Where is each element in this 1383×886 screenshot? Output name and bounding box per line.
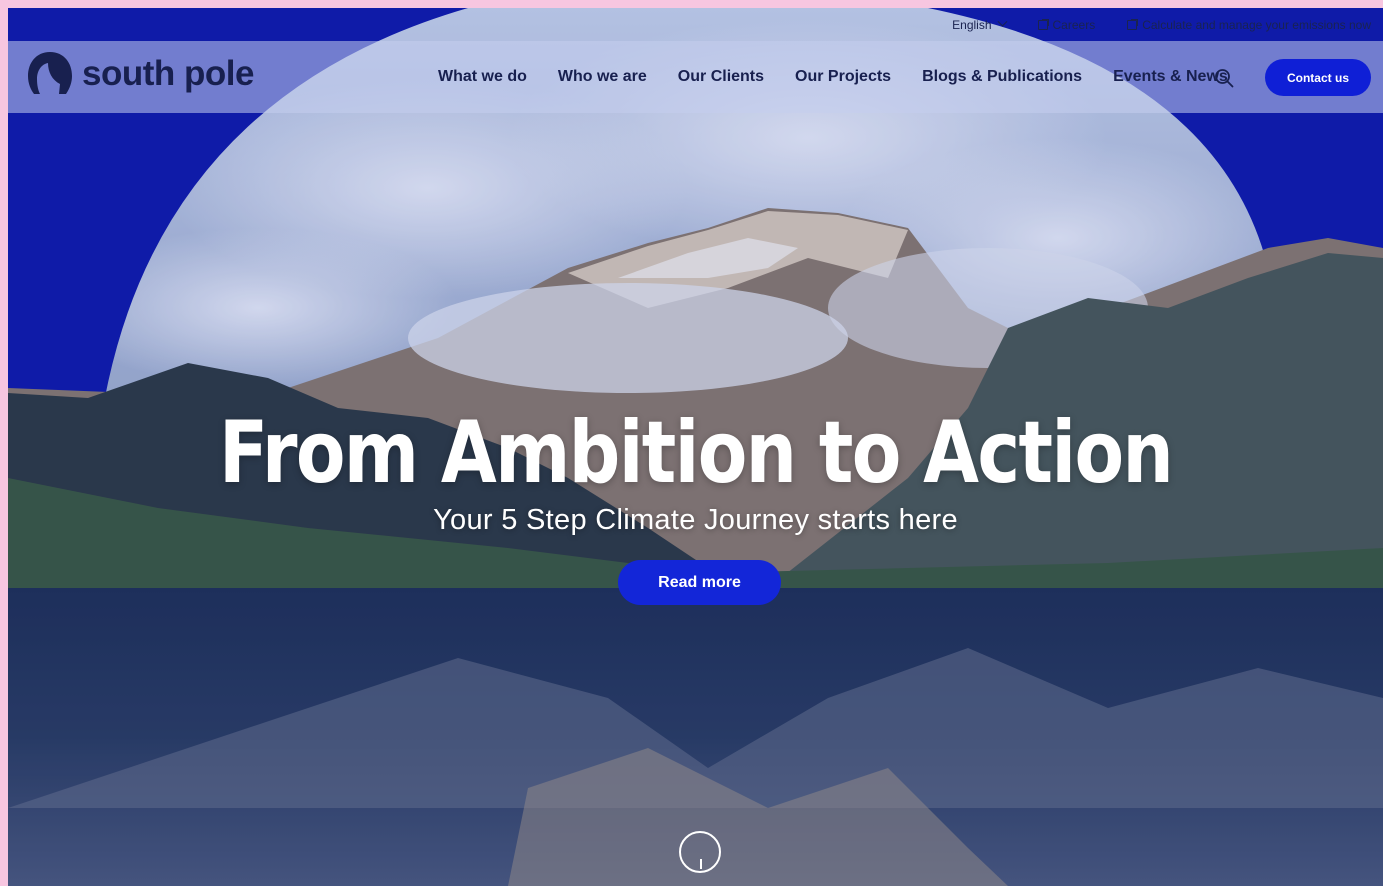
utility-bar: English Careers Calculate and manage you… <box>8 8 1383 41</box>
south-pole-logo[interactable]: south pole <box>26 50 254 98</box>
language-label: English <box>952 17 992 32</box>
nav-item-our-clients[interactable]: Our Clients <box>678 68 764 86</box>
search-icon[interactable] <box>1214 68 1234 88</box>
logo-mark-icon <box>28 52 72 94</box>
brand-name: south pole <box>82 54 254 93</box>
external-link-icon <box>1037 18 1049 30</box>
chevron-down-icon <box>997 16 1007 27</box>
nav-item-who-we-are[interactable]: Who we are <box>558 68 647 86</box>
page-frame: English Careers Calculate and manage you… <box>8 8 1383 886</box>
hero-title: From Ambition to Action <box>218 403 1174 503</box>
nav-item-blogs-publications[interactable]: Blogs & Publications <box>922 68 1082 86</box>
external-link-icon <box>1127 18 1139 30</box>
language-selector[interactable]: English <box>952 16 1007 32</box>
careers-label: Careers <box>1052 17 1096 32</box>
calculate-emissions-label: Calculate and manage your emissions now <box>1142 17 1371 32</box>
careers-link[interactable]: Careers <box>1037 17 1096 32</box>
scroll-down-icon[interactable] <box>679 831 721 873</box>
calculate-emissions-link[interactable]: Calculate and manage your emissions now <box>1127 18 1371 32</box>
nav-links: What we do Who we are Our Clients Our Pr… <box>438 41 1228 113</box>
read-more-button[interactable]: Read more <box>618 560 781 605</box>
nav-item-our-projects[interactable]: Our Projects <box>795 68 891 86</box>
nav-item-what-we-do[interactable]: What we do <box>438 68 527 86</box>
nav-item-events-news[interactable]: Events & News <box>1113 68 1228 86</box>
contact-us-button[interactable]: Contact us <box>1265 59 1371 96</box>
hero-subtitle: Your 5 Step Climate Journey starts here <box>433 504 958 536</box>
main-navigation: south pole What we do Who we are Our Cli… <box>8 41 1383 113</box>
